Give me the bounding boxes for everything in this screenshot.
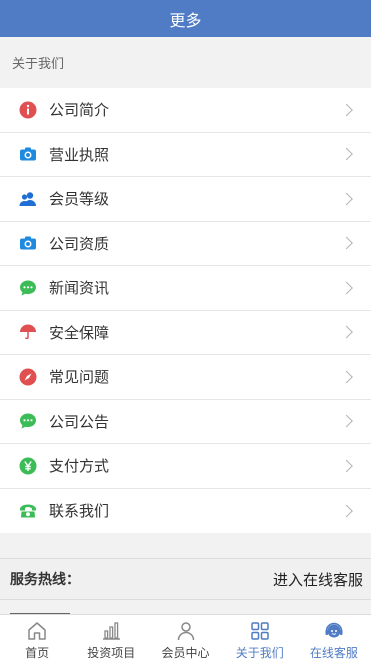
chevron-right-icon <box>340 325 353 339</box>
tab-label: 会员中心 <box>161 645 210 660</box>
info-icon <box>19 101 37 119</box>
tab-label: 首页 <box>25 645 50 660</box>
bottom-tab-bar: 首页 投资项目 会员中心 关于我们 在线客服 <box>0 614 371 665</box>
tab-label: 投资项目 <box>87 645 136 660</box>
header-bar: 更多 <box>0 0 371 37</box>
menu-item-label: 常见问题 <box>49 369 110 387</box>
section-title: 关于我们 <box>0 37 371 88</box>
menu-item-contact[interactable]: 联系我们 <box>0 489 371 534</box>
headset-icon <box>325 622 343 637</box>
compass-icon <box>19 368 37 386</box>
menu-item-announcement[interactable]: 公司公告 <box>0 400 371 444</box>
menu-item-label: 联系我们 <box>49 503 110 521</box>
tab-home[interactable]: 首页 <box>0 615 74 665</box>
tab-label: 关于我们 <box>235 645 284 660</box>
chevron-right-icon <box>340 103 353 117</box>
menu-item-member-level[interactable]: 会员等级 <box>0 177 371 222</box>
chevron-right-icon <box>340 459 353 473</box>
page-title: 更多 <box>169 12 202 30</box>
users-icon <box>19 190 37 208</box>
menu-item-label: 新闻资讯 <box>49 280 110 298</box>
menu-item-payment[interactable]: 支付方式 <box>0 444 371 489</box>
tab-investment[interactable]: 投资项目 <box>74 615 148 665</box>
tab-member-center[interactable]: 会员中心 <box>148 615 222 665</box>
menu-item-company-intro[interactable]: 公司简介 <box>0 88 371 133</box>
service-hotline-bar: 服务热线： 进入在线客服 <box>0 558 371 600</box>
user-icon <box>177 621 194 640</box>
chat-icon <box>19 279 37 297</box>
menu-item-label: 公司资质 <box>49 235 110 253</box>
menu-item-label: 营业执照 <box>49 146 110 164</box>
camera-icon <box>19 145 37 163</box>
about-menu: 公司简介 营业执照 会员等级 公司资质 新闻资讯 安全保障 常见问题 公司公告 … <box>0 88 371 533</box>
chevron-right-icon <box>340 236 353 250</box>
chevron-right-icon <box>340 370 353 384</box>
chevron-right-icon <box>340 504 353 518</box>
grid-icon <box>250 621 269 640</box>
menu-item-security[interactable]: 安全保障 <box>0 311 371 355</box>
hotline-label: 服务热线： <box>10 571 80 587</box>
menu-item-label: 安全保障 <box>49 324 110 342</box>
camera-icon <box>19 234 37 252</box>
online-service-link[interactable]: 进入在线客服 <box>273 569 363 590</box>
chevron-right-icon <box>340 192 353 206</box>
menu-item-faq[interactable]: 常见问题 <box>0 355 371 400</box>
umbrella-icon <box>19 323 37 341</box>
phone-icon <box>19 502 37 520</box>
menu-item-business-license[interactable]: 营业执照 <box>0 133 371 177</box>
menu-item-company-qualification[interactable]: 公司资质 <box>0 222 371 266</box>
tab-label: 在线客服 <box>309 645 358 660</box>
menu-item-news[interactable]: 新闻资讯 <box>0 266 371 311</box>
tab-about-us[interactable]: 关于我们 <box>223 615 297 665</box>
tab-online-service[interactable]: 在线客服 <box>297 615 371 665</box>
chat-icon <box>19 412 37 430</box>
section-title-label: 关于我们 <box>12 56 65 71</box>
menu-item-label: 支付方式 <box>49 458 110 476</box>
bar-chart-icon <box>103 621 121 640</box>
yen-icon <box>19 457 37 475</box>
menu-item-label: 公司简介 <box>49 102 110 120</box>
chevron-right-icon <box>340 147 353 161</box>
chevron-right-icon <box>340 414 353 428</box>
chevron-right-icon <box>340 281 353 295</box>
home-icon <box>28 621 46 640</box>
menu-item-label: 公司公告 <box>49 413 110 431</box>
menu-item-label: 会员等级 <box>49 191 110 209</box>
